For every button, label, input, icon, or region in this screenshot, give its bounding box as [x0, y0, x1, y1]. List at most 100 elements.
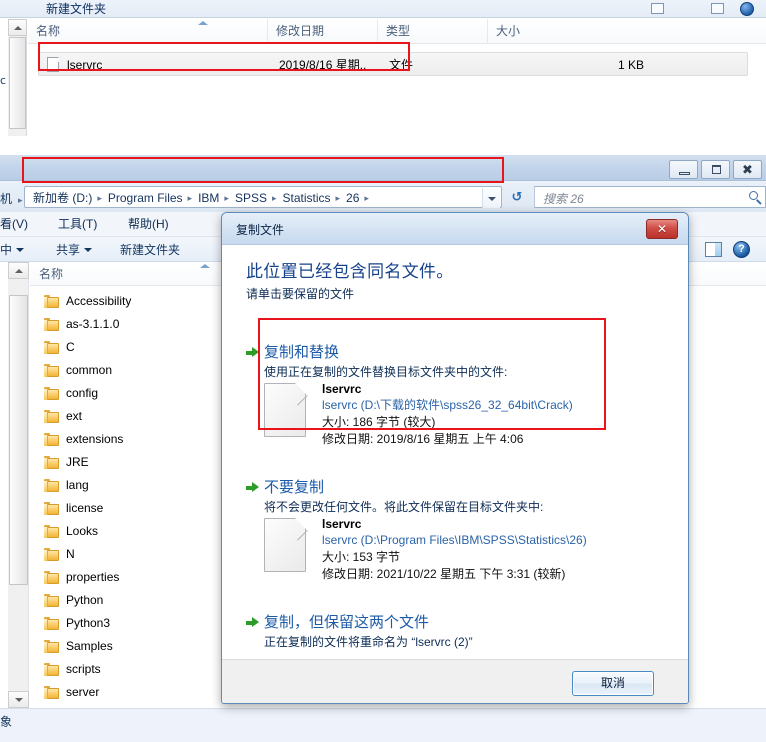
help-icon[interactable]: ?	[733, 241, 750, 258]
chevron-down-icon	[488, 197, 496, 201]
dialog-titlebar[interactable]: 复制文件 ✕	[222, 213, 688, 245]
dialog-heading: 此位置已经包含同名文件。	[246, 262, 454, 281]
option-3-title[interactable]: 复制，但保留这两个文件	[264, 611, 429, 632]
option-1-title[interactable]: 复制和替换	[264, 341, 339, 362]
window2-statusbar: 象	[0, 708, 766, 742]
maximize-icon	[712, 165, 721, 174]
dialog-footer: 取消	[222, 659, 688, 703]
window2-scroll-down-button[interactable]	[8, 691, 29, 708]
search-input[interactable]: 搜索 26	[534, 186, 766, 208]
breadcrumb-item-3[interactable]: SPSS	[231, 188, 270, 208]
minimize-button[interactable]	[669, 160, 698, 179]
option-2-file-size: 大小: 153 字节	[322, 550, 401, 564]
menu-item-view[interactable]: 看(V)	[0, 215, 28, 233]
option-1-desc: 使用正在复制的文件替换目标文件夹中的文件:	[264, 365, 508, 379]
window1-scroll-up-button[interactable]	[8, 19, 27, 36]
breadcrumb-item-2[interactable]: IBM	[194, 188, 222, 208]
folder-name: license	[66, 501, 104, 515]
breadcrumb-item-5[interactable]: 26	[342, 188, 362, 208]
close-icon: ✕	[656, 222, 668, 236]
folder-name: Samples	[66, 639, 113, 653]
chevron-down-icon	[16, 248, 25, 252]
window1-layout-icon[interactable]	[651, 3, 664, 14]
arrow-right-icon	[246, 617, 259, 627]
folder-name: lang	[66, 478, 89, 492]
breadcrumb-sep-icon: ▸	[224, 193, 229, 203]
breadcrumb-sep-icon: ▸	[335, 193, 341, 203]
close-icon: ✖	[742, 162, 753, 177]
file-icon	[264, 382, 308, 437]
cancel-button[interactable]: 取消	[572, 671, 654, 696]
sort-ascending-icon	[198, 21, 208, 25]
folder-icon	[44, 433, 59, 446]
window2-scroll-up-button[interactable]	[8, 262, 29, 279]
menu-item-tools[interactable]: 工具(T)	[58, 215, 97, 233]
breadcrumb-sep-icon: ▸	[187, 193, 193, 203]
folder-icon	[44, 663, 59, 676]
window2-scroll-thumb[interactable]	[9, 295, 28, 585]
folder-icon	[44, 594, 59, 607]
folder-name: scripts	[66, 662, 101, 676]
window1-toolbar: 新建文件夹	[0, 0, 766, 18]
window2-col-name[interactable]: 名称	[39, 262, 63, 286]
change-view-icon[interactable]	[705, 242, 722, 257]
maximize-button[interactable]	[701, 160, 730, 179]
folder-name: Looks	[66, 524, 99, 538]
command-new-folder[interactable]: 新建文件夹	[120, 242, 180, 258]
option-2-desc: 将不会更改任何文件。将此文件保留在目标文件夹中:	[264, 500, 544, 514]
window1-col-type[interactable]: 类型	[378, 19, 488, 44]
folder-name: config	[66, 386, 99, 400]
folder-name: Python	[66, 593, 104, 607]
folder-name: Python3	[66, 616, 111, 630]
window1-col-modified[interactable]: 修改日期	[268, 19, 378, 44]
window2-address-bar: 机 ▸ 新加卷 (D:) ▸ Program Files ▸ IBM ▸ SPS…	[0, 182, 766, 212]
breadcrumb-item-1[interactable]: Program Files	[104, 188, 186, 208]
dialog-close-button[interactable]: ✕	[646, 219, 678, 239]
folder-icon	[44, 456, 59, 469]
address-dropdown-button[interactable]	[482, 188, 500, 208]
window2-titlebar[interactable]: ✖	[0, 155, 766, 181]
window1-scroll-thumb[interactable]	[9, 37, 26, 129]
command-share[interactable]: 共享	[56, 242, 93, 258]
menu-item-help[interactable]: 帮助(H)	[128, 215, 169, 233]
breadcrumb-item-0[interactable]: 新加卷 (D:)	[29, 188, 95, 208]
window1-preview-pane-icon[interactable]	[711, 3, 724, 14]
window1-col-size[interactable]: 大小	[488, 19, 638, 44]
window2-scrollbar[interactable]	[8, 262, 29, 708]
folder-icon	[44, 525, 59, 538]
command-share-label: 共享	[56, 243, 81, 257]
dialog-body: 此位置已经包含同名文件。 请单击要保留的文件 复制和替换 使用正在复制的文件替换…	[222, 245, 688, 659]
search-icon	[749, 191, 758, 200]
breadcrumb-prefix[interactable]: 机	[0, 190, 12, 207]
option-2-file-date: 修改日期: 2021/10/22 星期五 下午 3:31 (较新)	[322, 567, 566, 581]
minimize-icon	[679, 172, 690, 175]
window1-row-modified: 2019/8/16 星期..	[279, 58, 367, 72]
chevron-down-icon	[14, 697, 23, 702]
window1-new-folder-button[interactable]: 新建文件夹	[46, 0, 106, 17]
folder-icon	[44, 318, 59, 331]
window1-file-row[interactable]: lservrc 2019/8/16 星期.. 文件 1 KB	[38, 52, 748, 76]
folder-icon	[44, 571, 59, 584]
background-explorer-window: 新建文件夹 名称 修改日期 类型 大小 lservrc 2019/8/16 星期…	[0, 0, 766, 155]
window1-help-icon[interactable]	[740, 2, 754, 16]
command-include-in[interactable]: 中	[0, 242, 25, 258]
window1-file-list: 名称 修改日期 类型 大小 lservrc 2019/8/16 星期.. 文件 …	[28, 19, 766, 136]
window1-col-name[interactable]: 名称	[28, 19, 268, 44]
option-1-file-name: lservrc	[322, 382, 362, 396]
file-icon	[264, 517, 308, 572]
folder-name: C	[66, 340, 75, 354]
dialog-subheading: 请单击要保留的文件	[246, 287, 355, 301]
refresh-button[interactable]: ↺	[506, 187, 528, 207]
folder-icon	[44, 479, 59, 492]
breadcrumb-sep-icon: ▸	[97, 193, 102, 203]
close-button[interactable]: ✖	[733, 160, 762, 179]
folder-icon	[44, 640, 59, 653]
window2-status-text: 象	[0, 715, 13, 729]
window2-left-edge	[0, 369, 8, 742]
address-breadcrumb-field[interactable]: 新加卷 (D:) ▸ Program Files ▸ IBM ▸ SPSS ▸ …	[24, 186, 502, 208]
window1-scrollbar[interactable]	[8, 19, 27, 136]
breadcrumb-item-4[interactable]: Statistics	[279, 188, 334, 208]
folder-name: JRE	[66, 455, 89, 469]
folder-icon	[44, 548, 59, 561]
option-2-title[interactable]: 不要复制	[264, 476, 324, 497]
